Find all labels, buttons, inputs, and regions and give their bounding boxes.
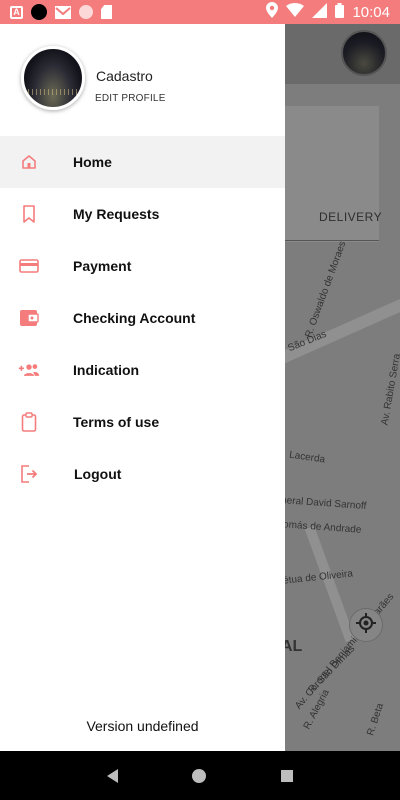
street-label: R. Beta xyxy=(365,701,387,738)
map-road xyxy=(304,525,356,643)
street-label: Av. Rabito Serra xyxy=(379,352,400,427)
recent-apps-icon[interactable] xyxy=(280,769,293,782)
menu-item-indication[interactable]: Indication xyxy=(0,344,285,396)
sd-card-icon xyxy=(101,5,112,19)
menu-item-label: Checking Account xyxy=(73,310,196,326)
clock-time: 10:04 xyxy=(352,3,390,21)
map-background[interactable]: DELIVERY R. Oswaldo de Moraes São Dias L… xyxy=(285,24,400,751)
location-icon xyxy=(266,2,279,22)
circle-notification-icon xyxy=(79,5,93,19)
map-header-avatar[interactable] xyxy=(341,30,387,76)
profile-header: Cadastro EDIT PROFILE xyxy=(0,24,285,136)
menu-item-logout[interactable]: Logout xyxy=(0,448,285,500)
version-label: Version undefined xyxy=(86,718,199,734)
menu-item-checking-account[interactable]: Checking Account xyxy=(0,292,285,344)
app-notification-icon xyxy=(31,4,47,20)
wallet-icon xyxy=(18,307,40,329)
tab-delivery[interactable]: DELIVERY xyxy=(319,210,382,224)
menu-item-label: Terms of use xyxy=(73,414,160,430)
map-road xyxy=(285,296,400,364)
system-nav-bar xyxy=(0,751,400,800)
wifi-icon xyxy=(286,3,305,21)
street-label: R. São Dimas xyxy=(306,643,358,696)
signal-icon xyxy=(312,2,328,22)
crosshair-icon xyxy=(356,612,376,638)
clipboard-icon xyxy=(18,411,40,433)
street-label: Lacerda xyxy=(288,449,326,466)
my-location-button[interactable] xyxy=(349,608,383,642)
street-label: neral David Sarnoff xyxy=(285,495,367,512)
menu-item-terms-of-use[interactable]: Terms of use xyxy=(0,396,285,448)
home-button-icon[interactable] xyxy=(192,768,207,783)
edit-profile-link[interactable]: EDIT PROFILE xyxy=(95,93,166,104)
tab-divider xyxy=(285,240,379,241)
battery-icon xyxy=(335,2,345,22)
gmail-icon xyxy=(55,6,71,19)
district-label: AL xyxy=(285,638,303,655)
menu-item-home[interactable]: Home xyxy=(0,136,285,188)
street-label: étua de Oliveira xyxy=(285,568,354,587)
text-app-notification-icon: A xyxy=(10,5,23,19)
menu-item-label: My Requests xyxy=(73,206,160,222)
credit-card-icon xyxy=(18,255,40,277)
bookmark-icon xyxy=(18,203,40,225)
back-icon[interactable] xyxy=(107,768,119,783)
menu-item-label: Home xyxy=(73,154,112,170)
menu-item-label: Indication xyxy=(73,362,140,378)
menu-item-payment[interactable]: Payment xyxy=(0,240,285,292)
add-people-icon xyxy=(18,359,40,381)
street-label: omás de Andrade xyxy=(285,519,362,536)
navigation-drawer: Cadastro EDIT PROFILE Home My Requests P… xyxy=(0,24,285,751)
menu-item-label: Logout xyxy=(74,466,122,482)
avatar[interactable] xyxy=(21,46,85,110)
home-icon xyxy=(18,151,40,173)
drawer-menu: Home My Requests Payment Checking Accoun… xyxy=(0,136,285,500)
menu-item-label: Payment xyxy=(73,258,132,274)
status-bar: A 10:04 xyxy=(0,0,400,24)
profile-name: Cadastro xyxy=(96,68,153,84)
logout-icon xyxy=(18,463,40,485)
menu-item-my-requests[interactable]: My Requests xyxy=(0,188,285,240)
